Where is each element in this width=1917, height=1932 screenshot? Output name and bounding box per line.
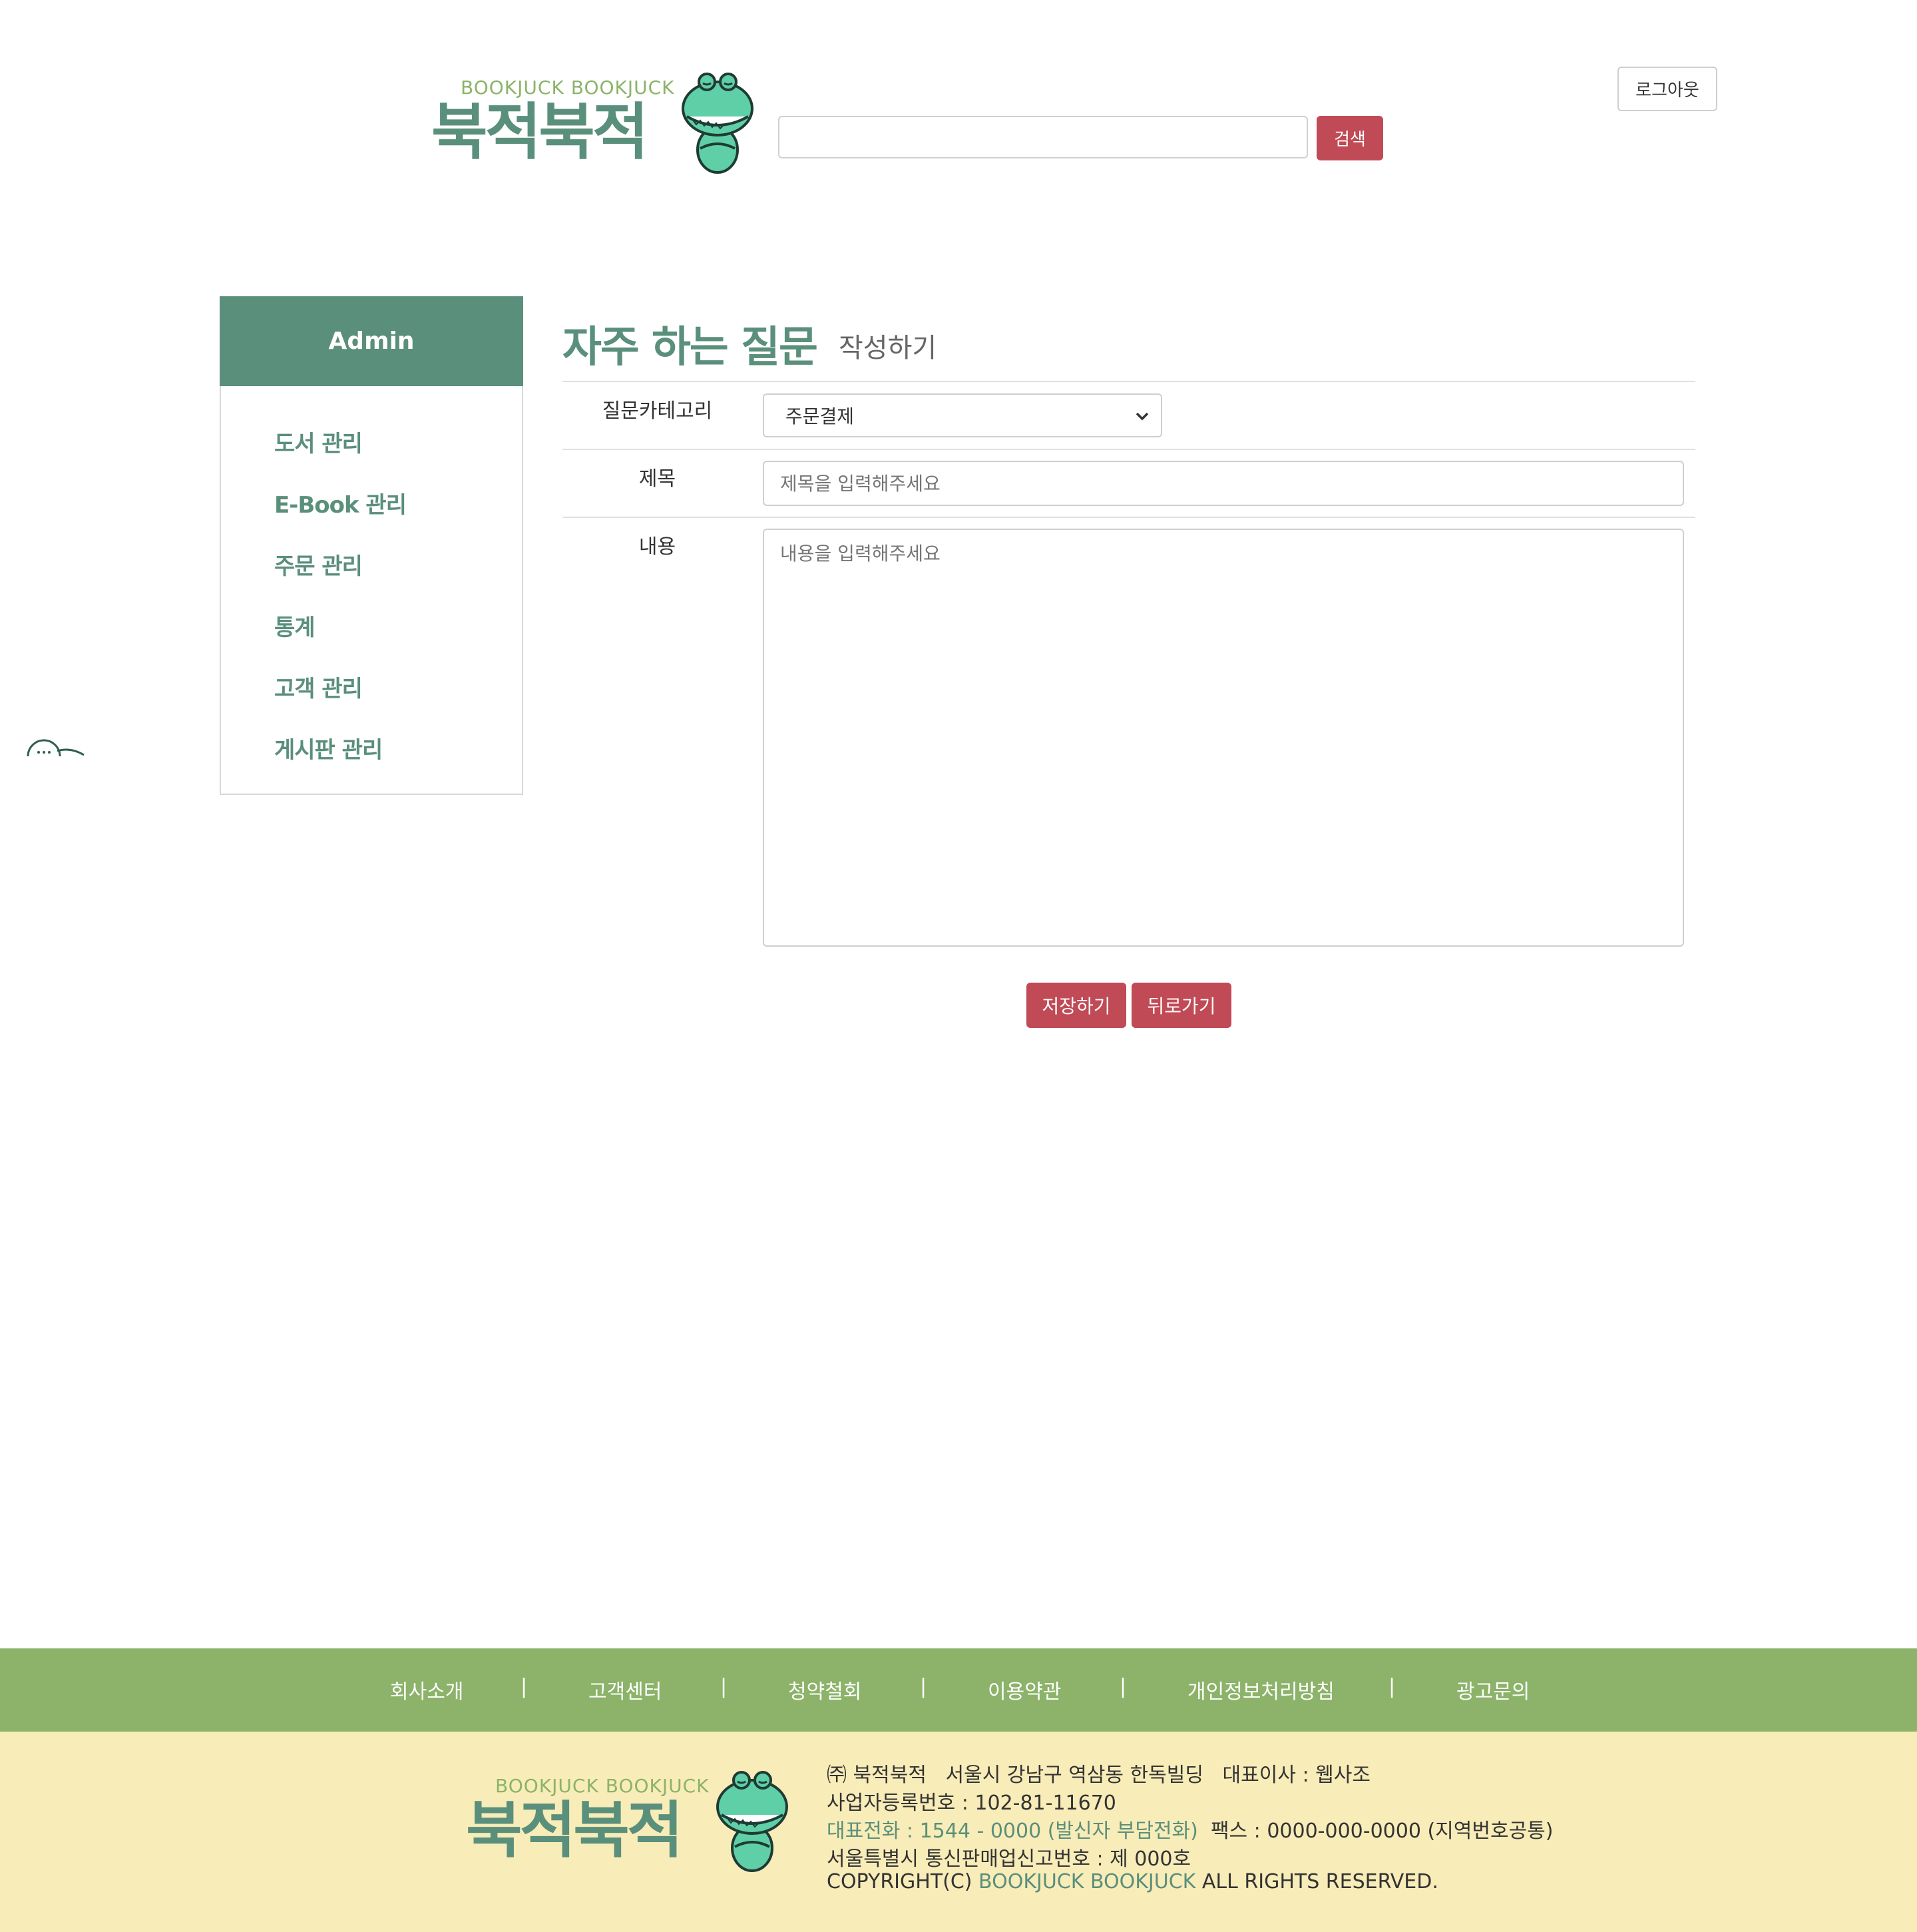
sidebar-title: Admin (220, 296, 523, 386)
sidebar-item-statistics[interactable]: 통계 (274, 609, 316, 642)
sidebar-item-books[interactable]: 도서 관리 (274, 425, 363, 458)
logo-title: 북적북적 (431, 97, 649, 168)
category-label: 질문카테고리 (602, 399, 713, 423)
crocodile-mascot-icon (716, 1771, 788, 1872)
footer-logo: BOOKJUCK BOOKJUCK 북적북적 (466, 1768, 792, 1875)
footer-info: BOOKJUCK BOOKJUCK 북적북적 ㈜ 북적북적 서울시 강남구 역삼… (0, 1732, 1917, 1932)
back-button[interactable]: 뒤로가기 (1132, 983, 1231, 1028)
logo-subtitle: BOOKJUCK BOOKJUCK (461, 77, 675, 99)
search-input[interactable] (778, 116, 1308, 158)
footer-company-line: ㈜ 북적북적 서울시 강남구 역삼동 한독빌딩 대표이사 : 웹사조 (827, 1764, 1371, 1787)
footer-link-withdrawal[interactable]: 청약철회 (788, 1675, 861, 1704)
divider (562, 449, 1695, 450)
footer-logo-subtitle: BOOKJUCK BOOKJUCK (495, 1775, 710, 1797)
divider (562, 381, 1695, 382)
divider (562, 517, 1695, 518)
footer-separator: | (720, 1675, 728, 1698)
category-select[interactable]: 주문결제 (763, 393, 1162, 437)
copyright-suffix: ALL RIGHTS RESERVED. (1201, 1870, 1438, 1893)
footer-link-privacy[interactable]: 개인정보처리방침 (1187, 1675, 1335, 1704)
footer-separator: | (1388, 1675, 1396, 1698)
chat-bubble-icon[interactable] (25, 736, 85, 756)
sidebar-item-ebooks[interactable]: E-Book 관리 (274, 487, 407, 519)
save-button[interactable]: 저장하기 (1026, 983, 1126, 1028)
footer-link-advertising[interactable]: 광고문의 (1456, 1675, 1530, 1704)
footer-business-no: 사업자등록번호 : 102-81-11670 (827, 1792, 1116, 1815)
chevron-down-icon (1136, 412, 1149, 421)
content-label: 내용 (638, 535, 676, 559)
page-title: 자주 하는 질문 (562, 323, 818, 372)
crocodile-mascot-icon (682, 73, 753, 174)
footer-nav: 회사소개 | 고객센터 | 청약철회 | 이용약관 | 개인정보처리방침 | 광… (0, 1648, 1917, 1732)
search-button[interactable]: 검색 (1317, 116, 1383, 160)
footer-link-support[interactable]: 고객센터 (588, 1675, 662, 1704)
footer-separator: | (920, 1675, 927, 1698)
footer-fax: 팩스 : 0000-000-0000 (지역번호공통) (1210, 1819, 1554, 1843)
sidebar-item-orders[interactable]: 주문 관리 (274, 548, 363, 581)
title-input[interactable] (763, 461, 1684, 506)
content-textarea[interactable] (763, 529, 1684, 947)
footer-mail-order: 서울특별시 통신판매업신고번호 : 제 000호 (827, 1847, 1191, 1871)
footer-separator: | (521, 1675, 528, 1698)
footer-link-company[interactable]: 회사소개 (390, 1675, 463, 1704)
footer-logo-title: 북적북적 (466, 1795, 684, 1866)
footer-contact-line: 대표전화 : 1544 - 0000 (발신자 부담전화) 팩스 : 0000-… (827, 1814, 1553, 1843)
site-logo[interactable]: BOOKJUCK BOOKJUCK 북적북적 (431, 70, 757, 176)
page-subtitle: 작성하기 (839, 333, 937, 363)
sidebar-item-customers[interactable]: 고객 관리 (274, 670, 363, 703)
admin-sidebar: Admin 도서 관리 E-Book 관리 주문 관리 통계 고객 관리 게시판… (220, 296, 523, 795)
category-selected-value: 주문결제 (785, 405, 855, 427)
footer-copyright: COPYRIGHT(C) BOOKJUCK BOOKJUCK ALL RIGHT… (827, 1870, 1438, 1893)
footer-link-terms[interactable]: 이용약관 (988, 1675, 1061, 1704)
title-label: 제목 (638, 467, 676, 491)
footer-separator: | (1120, 1675, 1127, 1698)
logout-button[interactable]: 로그아웃 (1617, 67, 1717, 111)
sidebar-item-boards[interactable]: 게시판 관리 (274, 732, 383, 764)
copyright-prefix: COPYRIGHT(C) (827, 1870, 972, 1893)
footer-phone: 대표전화 : 1544 - 0000 (발신자 부담전화) (827, 1819, 1198, 1843)
copyright-brand: BOOKJUCK BOOKJUCK (978, 1870, 1196, 1893)
